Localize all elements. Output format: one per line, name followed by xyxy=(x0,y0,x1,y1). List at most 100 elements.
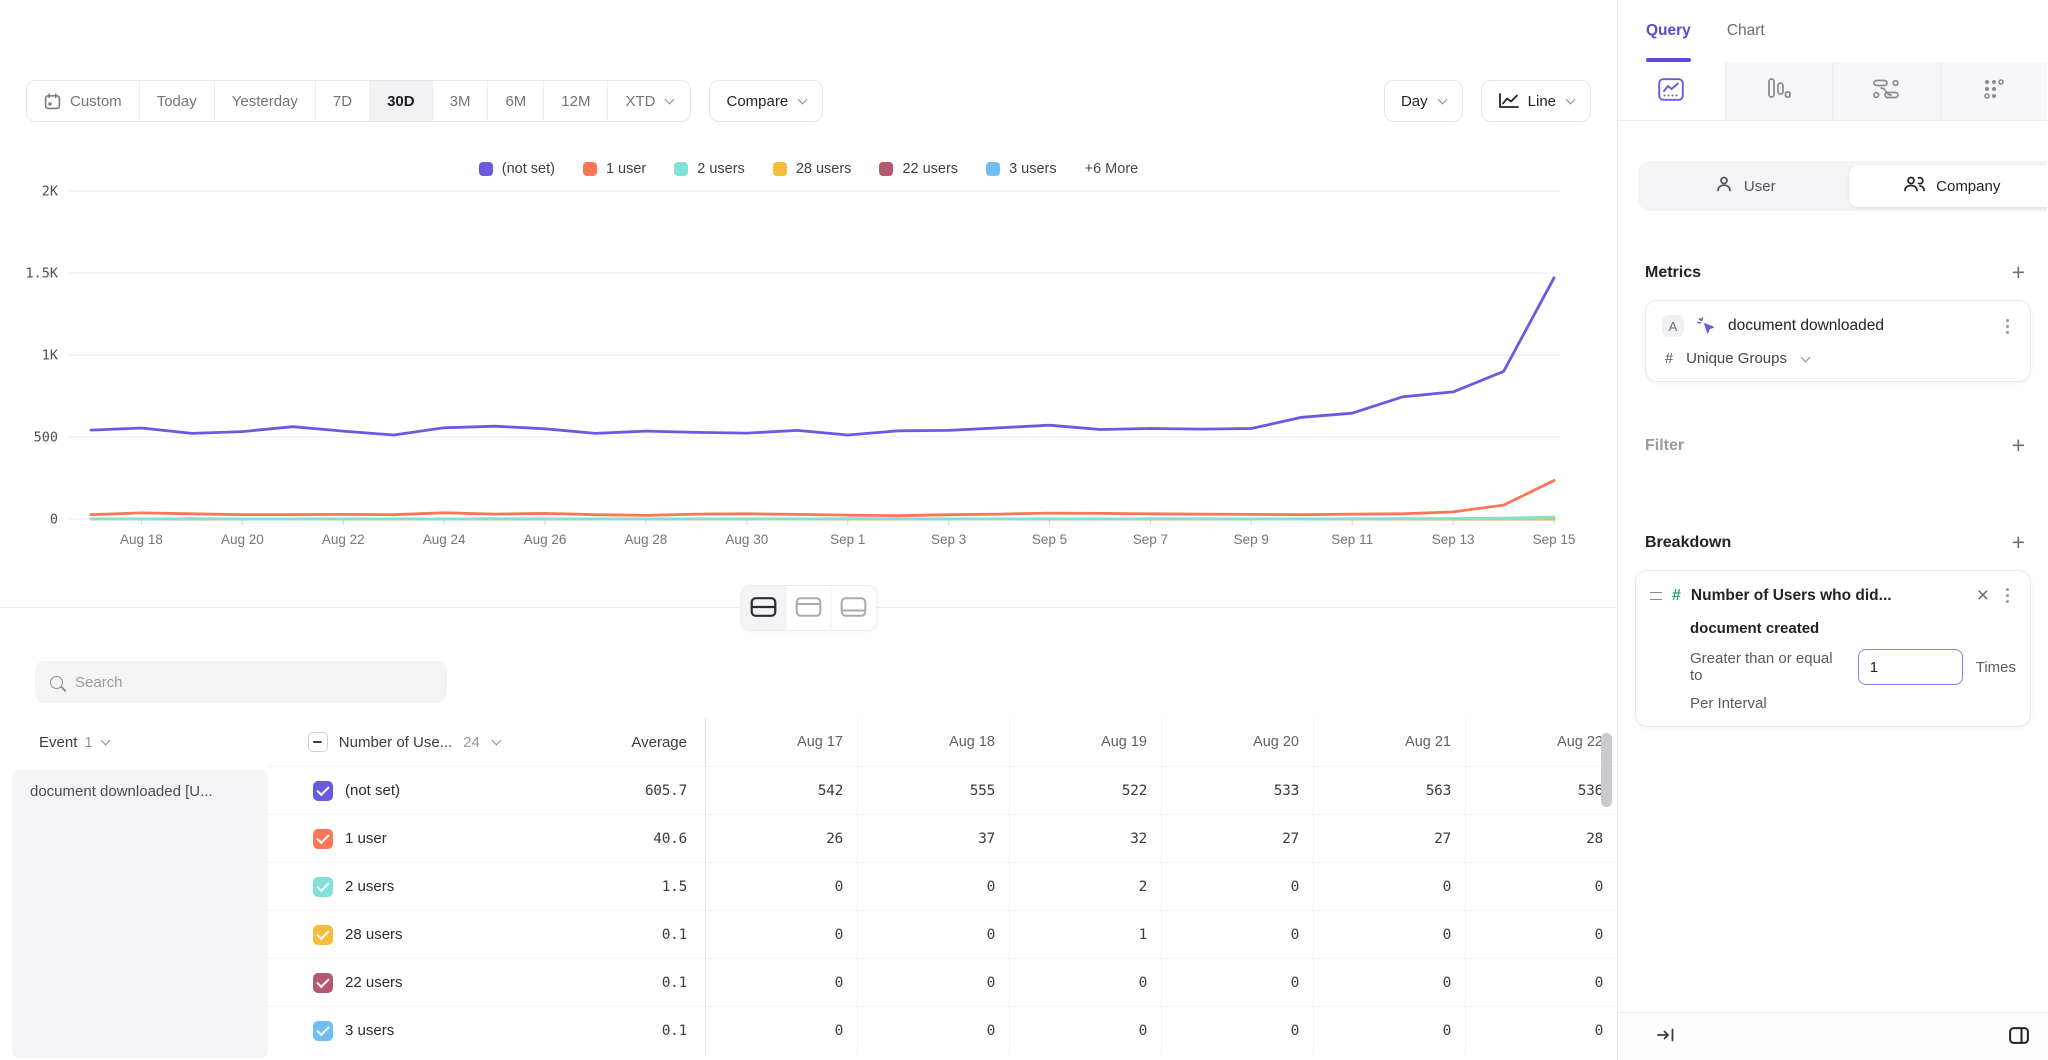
breakdown-kebab-icon[interactable] xyxy=(2006,594,2009,597)
date-column-header[interactable]: Aug 19 xyxy=(1009,718,1161,766)
average-column-header[interactable]: Average xyxy=(557,734,705,751)
drag-handle-icon[interactable] xyxy=(1650,592,1662,600)
date-range-button[interactable]: 30D xyxy=(370,81,433,121)
legend-item[interactable]: 28 users xyxy=(773,161,852,177)
table-row[interactable]: 2 users 1.5 0 0 2 0 0 0 xyxy=(268,862,1617,910)
compare-button[interactable]: Compare xyxy=(709,80,823,122)
toggle-user[interactable]: User xyxy=(1642,165,1849,207)
legend-swatch xyxy=(773,162,787,176)
series-checkbox[interactable] xyxy=(313,877,333,897)
date-range-button[interactable]: Custom xyxy=(27,81,140,121)
metrics-section: Metrics + A document downloaded # Unique… xyxy=(1618,261,2047,382)
date-range-button[interactable]: 6M xyxy=(488,81,544,121)
table-value-cell: 555 xyxy=(857,767,1009,814)
date-range-label: 7D xyxy=(333,93,352,110)
insights-line-chart[interactable]: 05001K1.5K2KAug 18Aug 20Aug 22Aug 24Aug … xyxy=(0,180,1617,555)
date-column-header[interactable]: Aug 17 xyxy=(705,718,857,766)
tile-flows-chart[interactable] xyxy=(1832,62,1940,120)
panel-layout-button[interactable] xyxy=(2009,1027,2029,1047)
series-checkbox[interactable] xyxy=(313,925,333,945)
date-range-button[interactable]: Today xyxy=(140,81,215,121)
average-value: 40.6 xyxy=(559,831,705,847)
table-row[interactable]: 1 user 40.6 26 37 32 27 27 28 xyxy=(268,814,1617,862)
event-column-header[interactable]: Event 1 xyxy=(0,734,263,751)
tab-query[interactable]: Query xyxy=(1646,0,1691,62)
event-cell[interactable]: document downloaded [U... xyxy=(12,770,268,1058)
legend-item[interactable]: 2 users xyxy=(674,161,745,177)
add-breakdown-button[interactable]: + xyxy=(2006,531,2031,554)
table-value-cell: 0 xyxy=(1161,863,1313,910)
tab-chart[interactable]: Chart xyxy=(1727,0,1765,62)
legend-item[interactable]: 3 users xyxy=(986,161,1057,177)
series-label: (not set) xyxy=(345,782,400,799)
series-checkbox[interactable] xyxy=(313,829,333,849)
date-column-header[interactable]: Aug 22 xyxy=(1465,718,1617,766)
select-all-checkbox[interactable] xyxy=(308,732,328,752)
date-column-header[interactable]: Aug 18 xyxy=(857,718,1009,766)
layout-top-panel-button[interactable] xyxy=(786,586,831,630)
table-vertical-scrollbar[interactable] xyxy=(1601,733,1612,807)
line-chart-tile-icon xyxy=(1658,78,1684,105)
table-row[interactable]: 28 users 0.1 0 0 1 0 0 0 xyxy=(268,910,1617,958)
remove-breakdown-button[interactable]: × xyxy=(1977,585,1989,606)
legend-item[interactable]: 22 users xyxy=(879,161,958,177)
table-row[interactable]: 22 users 0.1 0 0 0 0 0 0 xyxy=(268,958,1617,1006)
date-range-label: XTD xyxy=(625,93,655,110)
chart-type-dropdown[interactable]: Line xyxy=(1481,80,1591,122)
legend-swatch xyxy=(674,162,688,176)
aggregation-selector[interactable]: # Unique Groups xyxy=(1662,350,2016,367)
tile-more-charts[interactable] xyxy=(1940,62,2048,120)
legend-more[interactable]: +6 More xyxy=(1085,161,1139,177)
tile-bar-chart[interactable] xyxy=(1725,62,1833,120)
tab-query-label: Query xyxy=(1646,22,1691,40)
metric-letter-badge: A xyxy=(1662,315,1684,337)
svg-text:Aug 28: Aug 28 xyxy=(625,532,668,547)
date-range-button[interactable]: 3M xyxy=(433,81,489,121)
legend-label: 3 users xyxy=(1009,161,1057,177)
event-spark-cursor-icon xyxy=(1696,316,1716,336)
date-range-button[interactable]: XTD xyxy=(608,81,690,121)
metric-event-name[interactable]: document downloaded xyxy=(1728,317,1987,335)
svg-text:Sep 5: Sep 5 xyxy=(1032,532,1067,547)
date-range-button[interactable]: Yesterday xyxy=(215,81,316,121)
date-range-button[interactable]: 7D xyxy=(316,81,370,121)
breakdown-property-name[interactable]: Number of Users who did... xyxy=(1691,587,1967,605)
per-interval-label[interactable]: Per Interval xyxy=(1690,695,2016,712)
date-range-button[interactable]: 12M xyxy=(544,81,608,121)
date-range-label: Custom xyxy=(70,93,122,110)
table-value-cell: 542 xyxy=(705,767,857,814)
table-value-cell: 0 xyxy=(705,911,857,958)
condition-label[interactable]: Greater than or equal to xyxy=(1690,650,1845,684)
series-checkbox[interactable] xyxy=(313,781,333,801)
interval-dropdown[interactable]: Day xyxy=(1384,80,1463,122)
layout-toggle-group xyxy=(740,585,877,631)
legend-label: 28 users xyxy=(796,161,852,177)
legend-item[interactable]: (not set) xyxy=(479,161,555,177)
metric-card[interactable]: A document downloaded # Unique Groups xyxy=(1645,300,2031,382)
series-checkbox[interactable] xyxy=(313,973,333,993)
search-input[interactable]: Search xyxy=(35,661,447,703)
series-checkbox[interactable] xyxy=(313,1021,333,1041)
collapse-sidebar-button[interactable] xyxy=(1656,1027,1676,1046)
table-row[interactable]: (not set) 605.7 542 555 522 533 563 536 xyxy=(268,766,1617,814)
add-metric-button[interactable]: + xyxy=(2006,261,2031,284)
query-sidebar: Query Chart xyxy=(1617,0,2047,1060)
series-column-header[interactable]: Number of Use... 24 xyxy=(263,732,557,752)
series-count: 24 xyxy=(463,734,480,751)
add-filter-button[interactable]: + xyxy=(2006,434,2031,457)
tile-line-chart[interactable] xyxy=(1618,62,1725,120)
report-toolbar: Custom Today Yesterday 7D 30D 3M 6M 12M xyxy=(26,80,1591,122)
legend-item[interactable]: 1 user xyxy=(583,161,646,177)
toggle-company[interactable]: Company xyxy=(1849,165,2048,207)
number-type-icon: # xyxy=(1665,351,1673,367)
date-column-header[interactable]: Aug 20 xyxy=(1161,718,1313,766)
breakdown-event-name[interactable]: document created xyxy=(1690,620,2016,637)
layout-bottom-panel-button[interactable] xyxy=(831,586,876,630)
times-value-input[interactable] xyxy=(1858,649,1963,685)
table-value-cell: 26 xyxy=(705,815,857,862)
layout-split-view-button[interactable] xyxy=(741,586,786,630)
chevron-down-icon xyxy=(1437,95,1447,105)
metric-kebab-icon[interactable] xyxy=(2006,325,2009,328)
date-column-header[interactable]: Aug 21 xyxy=(1313,718,1465,766)
table-row[interactable]: 3 users 0.1 0 0 0 0 0 0 xyxy=(268,1006,1617,1054)
